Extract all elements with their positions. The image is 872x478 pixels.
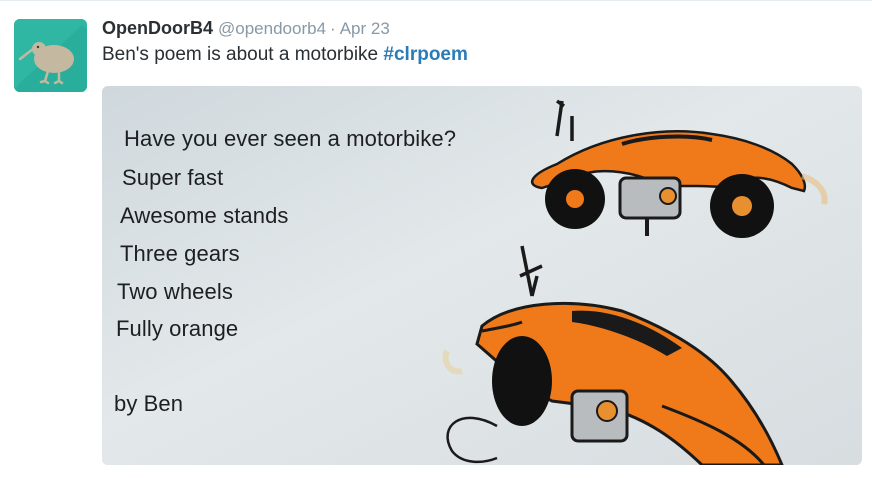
poem-line: Three gears — [120, 241, 240, 266]
tweet-timestamp[interactable]: Apr 23 — [340, 19, 390, 39]
display-name[interactable]: OpenDoorB4 — [102, 18, 213, 39]
avatar[interactable] — [14, 19, 87, 92]
kiwi-bird-icon — [14, 19, 87, 92]
poem-text: Have you ever seen a motorbike? Super fa… — [102, 86, 522, 465]
tweet-card[interactable]: OpenDoorB4 @opendoorb4 · Apr 23 Ben's po… — [0, 0, 872, 478]
poem-line: Fully orange — [116, 316, 239, 341]
header-separator: · — [330, 19, 336, 38]
tweet-text: Ben's poem is about a motorbike #clrpoem — [102, 44, 468, 66]
hashtag-link[interactable]: #clrpoem — [383, 44, 467, 65]
poem-line: Super fast — [122, 165, 224, 190]
media-photo[interactable]: Have you ever seen a motorbike? Super fa… — [102, 86, 862, 465]
poem-line: Awesome stands — [120, 203, 289, 228]
poem-line: Have you ever seen a motorbike? — [124, 126, 457, 151]
poem-signature: by Ben — [114, 391, 184, 416]
user-handle[interactable]: @opendoorb4 — [218, 19, 326, 39]
poem-line: Two wheels — [117, 279, 233, 304]
tweet-text-body: Ben's poem is about a motorbike — [102, 44, 384, 65]
tweet-header: OpenDoorB4 @opendoorb4 · Apr 23 — [102, 18, 390, 42]
